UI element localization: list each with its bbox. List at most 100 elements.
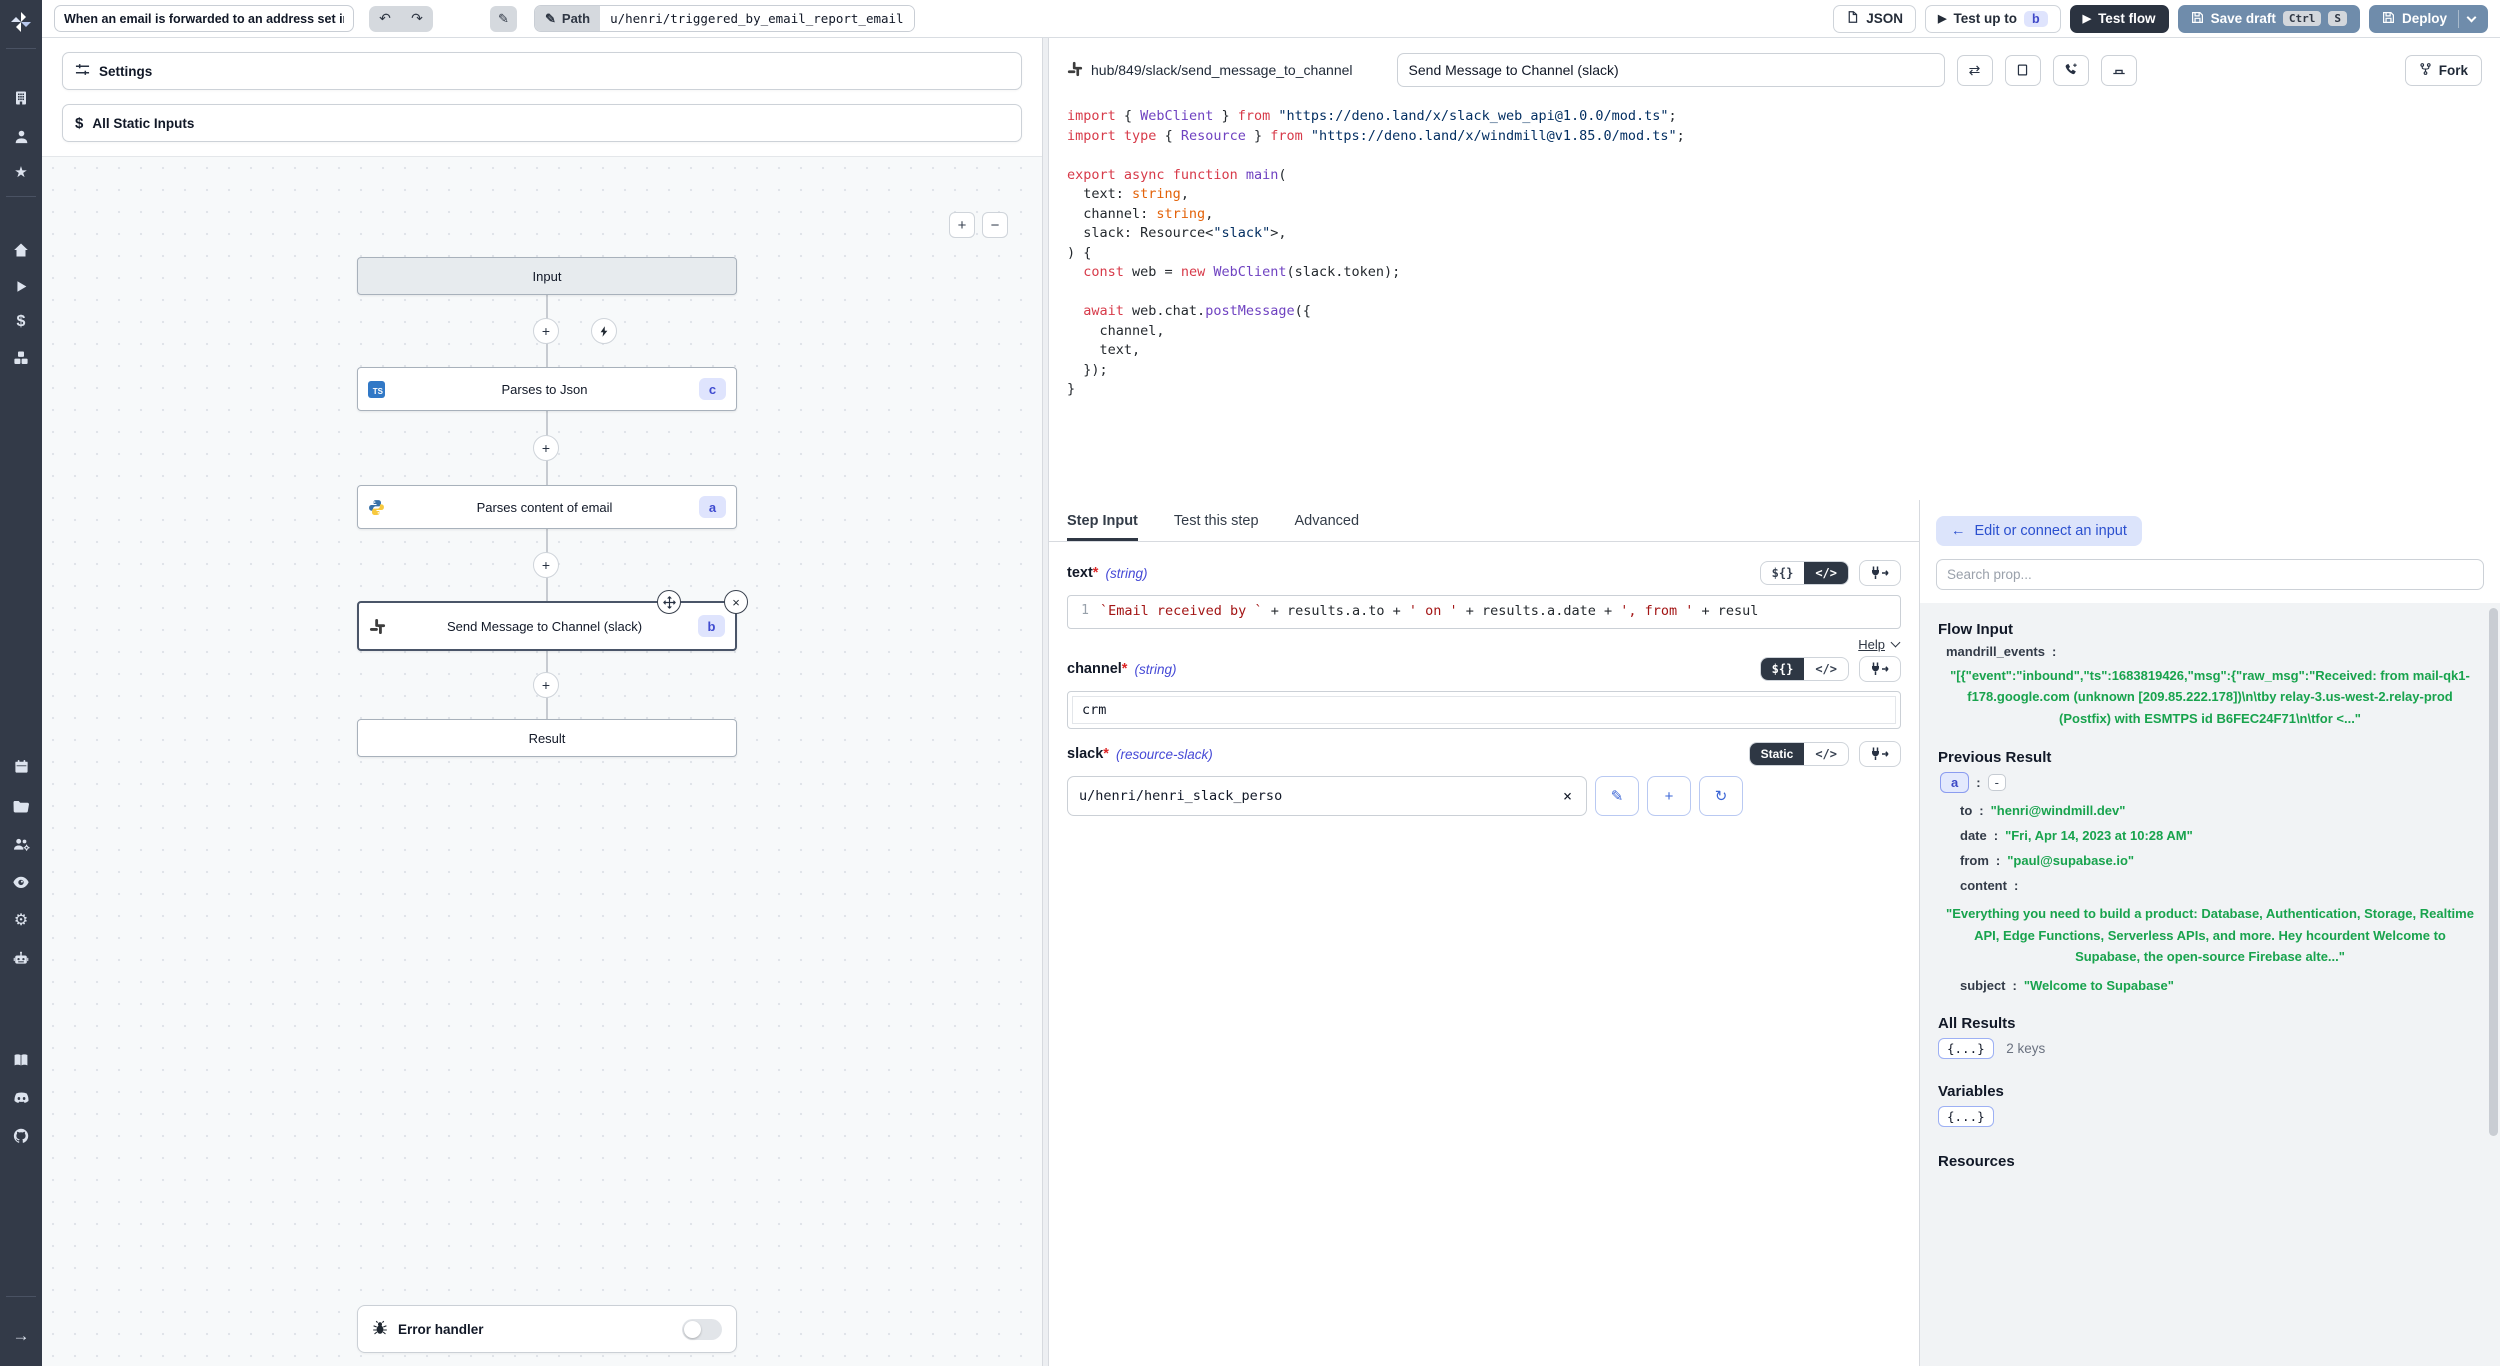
box-button[interactable] [2005,55,2041,86]
connect-input-plug-button[interactable] [1859,560,1901,586]
path-label: Path [562,11,590,26]
swap-arrows-button[interactable]: ⇄ [1957,55,1993,86]
path-value[interactable]: u/henri/triggered_by_email_report_email [600,6,914,31]
connect-input-plug-button[interactable] [1859,656,1901,682]
slack-resource-picker[interactable]: u/henri/henri_slack_perso × [1067,776,1587,816]
tab-step-input[interactable]: Step Input [1067,500,1138,541]
code-mode-segment[interactable]: </> [1804,658,1848,680]
favorites-star-icon[interactable]: ★ [0,158,42,186]
workers-robot-icon[interactable] [0,944,42,972]
code-mode-segment[interactable]: </> [1804,562,1848,584]
add-step-button[interactable]: + [533,318,559,344]
discord-icon[interactable] [0,1084,42,1112]
test-flow-button[interactable]: ▶ Test flow [2070,5,2169,33]
result-field-row[interactable]: date:"Fri, Apr 14, 2023 at 10:28 AM" [1938,828,2482,843]
field-name: slack [1067,746,1103,762]
channel-value[interactable]: crm [1072,696,1896,724]
variables-dollar-icon[interactable]: $ [0,308,42,336]
text-expression-editor[interactable]: 1 `Email received by ` + results.a.to + … [1067,595,1901,629]
code-mode-segment[interactable]: </> [1804,743,1848,765]
result-field-row[interactable]: content: [1938,878,2482,893]
zoom-in-button[interactable]: + [949,212,975,238]
refresh-resource-button[interactable]: ↻ [1699,776,1743,816]
expand-rail-arrow-icon[interactable]: → [0,1322,42,1350]
result-field-row[interactable]: to:"henri@windmill.dev" [1938,803,2482,818]
flow-settings-button[interactable]: Settings [62,52,1022,90]
channel-value-editor[interactable]: crm [1067,691,1901,729]
fork-button[interactable]: Fork [2405,55,2482,86]
result-key-badge[interactable]: a [1940,772,1969,793]
phone-webhook-button[interactable] [2053,55,2089,86]
delete-step-button[interactable]: × [724,590,748,614]
docs-book-icon[interactable] [0,1046,42,1074]
search-prop-input[interactable] [1936,559,2484,590]
flow-input-key-row[interactable]: mandrill_events : [1938,644,2482,659]
add-step-button[interactable]: + [533,435,559,461]
audit-eye-icon[interactable] [0,868,42,896]
flow-node-parses-to-json[interactable]: TS Parses to Json c [357,367,737,411]
trigger-bolt-button[interactable] [591,318,617,344]
resources-cubes-icon[interactable] [0,344,42,372]
move-step-handle[interactable] [657,590,681,614]
result-field-row[interactable]: subject:"Welcome to Supabase" [1938,978,2482,993]
save-draft-button[interactable]: Save draft Ctrl S [2178,5,2360,33]
test-up-to-button[interactable]: ▶ Test up to b [1925,5,2061,33]
error-handler-box[interactable]: Error handler [357,1305,737,1353]
result-field-row[interactable]: from:"paul@supabase.io" [1938,853,2482,868]
clear-resource-icon[interactable]: × [1560,787,1575,805]
step-summary-input[interactable] [1397,53,1945,87]
connect-input-plug-button[interactable] [1859,741,1901,767]
context-scroll-area[interactable]: Flow Input mandrill_events : "[{"event":… [1920,603,2500,1366]
step-tabs: Step Input Test this step Advanced [1049,500,1919,542]
json-button[interactable]: JSON [1833,5,1916,33]
home-icon[interactable] [0,236,42,264]
flow-node-input[interactable]: Input [357,257,737,295]
result-field-block-value[interactable]: "Everything you need to build a product:… [1938,903,2482,967]
flow-canvas[interactable]: + − Input + TS Parses to Json c + [42,156,1042,1366]
expr-mode-segment[interactable]: ${} [1761,562,1805,584]
flow-node-parses-content-of-email[interactable]: Parses content of email a [357,485,737,529]
add-resource-button[interactable]: + [1647,776,1691,816]
path-edit-button[interactable]: ✎ Path [535,6,600,31]
tab-advanced[interactable]: Advanced [1295,500,1360,541]
tab-test-this-step[interactable]: Test this step [1174,500,1259,541]
deploy-button[interactable]: Deploy [2369,5,2488,33]
all-static-inputs-button[interactable]: $ All Static Inputs [62,104,1022,142]
redo-button[interactable]: ↷ [401,6,433,32]
windmill-logo[interactable] [0,8,42,36]
chevron-down-icon[interactable] [1891,638,1901,648]
panel-resize-handle[interactable] [1042,38,1049,1366]
schedules-calendar-icon[interactable] [0,752,42,780]
folders-icon[interactable] [0,792,42,820]
flow-node-send-message-to-channel[interactable]: Send Message to Channel (slack) b × [357,601,737,651]
flow-input-value[interactable]: "[{"event":"inbound","ts":1683819426,"ms… [1938,665,2482,729]
settings-gear-icon[interactable]: ⚙ [0,906,42,934]
collapse-chip[interactable]: - [1988,774,2006,791]
add-step-button[interactable]: + [533,552,559,578]
expand-braces-chip[interactable]: {...} [1938,1106,1994,1127]
undo-button[interactable]: ↶ [369,6,401,32]
runs-play-icon[interactable] [0,272,42,300]
edit-or-connect-button[interactable]: ← Edit or connect an input [1936,516,2142,546]
error-handler-toggle[interactable] [682,1319,722,1340]
zoom-out-button[interactable]: − [982,212,1008,238]
hub-script-path[interactable]: hub/849/slack/send_message_to_channel [1067,61,1353,80]
flow-title-input[interactable] [54,5,354,32]
workspace-icon[interactable] [0,84,42,112]
edit-pencil-button[interactable]: ✎ [490,6,517,32]
expr-mode-segment[interactable]: ${} [1761,658,1805,680]
static-mode-segment[interactable]: Static [1750,743,1805,765]
flow-node-result[interactable]: Result [357,719,737,757]
help-link[interactable]: Help [1858,637,1885,652]
add-step-button[interactable]: + [533,672,559,698]
github-icon[interactable] [0,1122,42,1150]
edit-resource-button[interactable]: ✎ [1595,776,1639,816]
chevron-down-icon[interactable] [2467,12,2477,22]
user-icon[interactable] [0,122,42,150]
expand-braces-chip[interactable]: {...} [1938,1038,1994,1059]
diff-view-button[interactable] [2101,55,2137,86]
editor-header: hub/849/slack/send_message_to_channel ⇄ … [1049,38,2500,102]
groups-users-gear-icon[interactable] [0,830,42,858]
code-editor[interactable]: import { WebClient } from "https://deno.… [1049,102,2500,500]
scrollbar-thumb[interactable] [2489,608,2498,1136]
